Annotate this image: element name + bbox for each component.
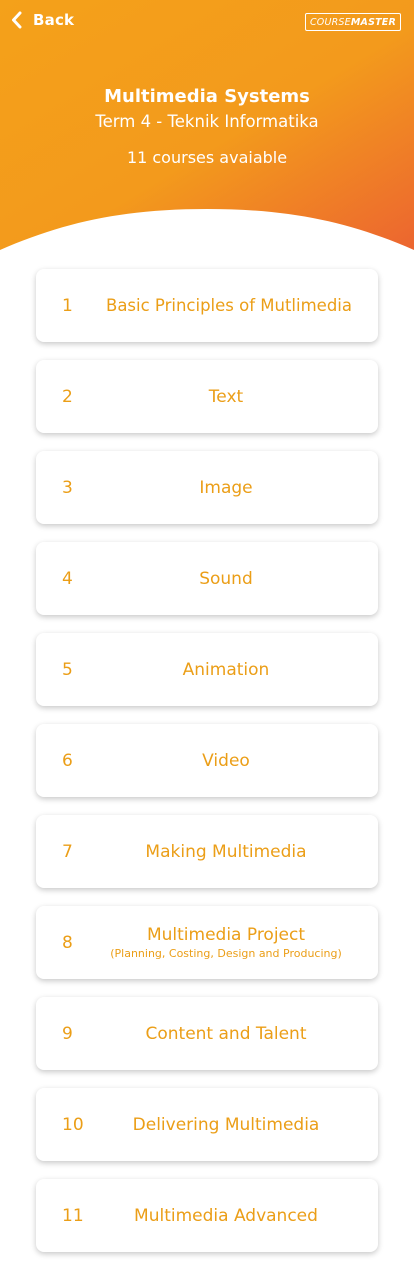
- coursemaster-logo: COURSE MASTER: [305, 13, 401, 31]
- course-title-wrap: Video: [80, 724, 372, 797]
- course-title: Content and Talent: [145, 1023, 307, 1044]
- back-button[interactable]: Back: [10, 9, 74, 31]
- course-title-wrap: Image: [80, 451, 372, 524]
- course-title-wrap: Multimedia Advanced: [80, 1179, 372, 1252]
- course-item-10[interactable]: 10 Delivering Multimedia: [36, 1088, 378, 1161]
- course-title: Video: [202, 750, 250, 771]
- course-item-8[interactable]: 8 Multimedia Project (Planning, Costing,…: [36, 906, 378, 979]
- course-title: Multimedia Advanced: [134, 1205, 318, 1226]
- course-item-3[interactable]: 3 Image: [36, 451, 378, 524]
- course-item-7[interactable]: 7 Making Multimedia: [36, 815, 378, 888]
- course-title: Delivering Multimedia: [132, 1114, 320, 1135]
- course-count: 11 courses avaiable: [126, 148, 288, 167]
- course-title: Image: [199, 477, 253, 498]
- course-title: Making Multimedia: [145, 841, 307, 862]
- course-list: 1 Basic Principles of Mutlimedia 2 Text …: [36, 269, 378, 1270]
- course-header-info: Multimedia Systems Term 4 - Teknik Infor…: [0, 84, 414, 170]
- course-subtitle: (Planning, Costing, Design and Producing…: [110, 947, 342, 960]
- course-item-6[interactable]: 6 Video: [36, 724, 378, 797]
- chevron-left-icon: [12, 11, 22, 29]
- course-title-wrap: Basic Principles of Mutlimedia: [86, 269, 372, 342]
- course-title-wrap: Delivering Multimedia: [80, 1088, 372, 1161]
- course-item-1[interactable]: 1 Basic Principles of Mutlimedia: [36, 269, 378, 342]
- course-title: Text: [208, 386, 244, 407]
- back-label: Back: [33, 11, 75, 29]
- course-title: Animation: [182, 659, 270, 680]
- course-title-wrap: Making Multimedia: [80, 815, 372, 888]
- page-title: Multimedia Systems: [104, 86, 310, 107]
- course-item-5[interactable]: 5 Animation: [36, 633, 378, 706]
- course-title: Sound: [199, 568, 253, 589]
- page-subtitle: Term 4 - Teknik Informatika: [95, 112, 319, 131]
- course-title-wrap: Text: [80, 360, 372, 433]
- course-title-wrap: Multimedia Project (Planning, Costing, D…: [80, 906, 372, 979]
- course-title: Multimedia Project: [146, 925, 306, 945]
- course-item-9[interactable]: 9 Content and Talent: [36, 997, 378, 1070]
- course-title: Basic Principles of Mutlimedia: [106, 296, 352, 315]
- course-item-11[interactable]: 11 Multimedia Advanced: [36, 1179, 378, 1252]
- course-title-wrap: Animation: [80, 633, 372, 706]
- header: Back COURSE MASTER Multimedia Systems Ter…: [0, 0, 414, 262]
- course-title-wrap: Content and Talent: [80, 997, 372, 1070]
- course-item-4[interactable]: 4 Sound: [36, 542, 378, 615]
- course-item-2[interactable]: 2 Text: [36, 360, 378, 433]
- course-title-wrap: Sound: [80, 542, 372, 615]
